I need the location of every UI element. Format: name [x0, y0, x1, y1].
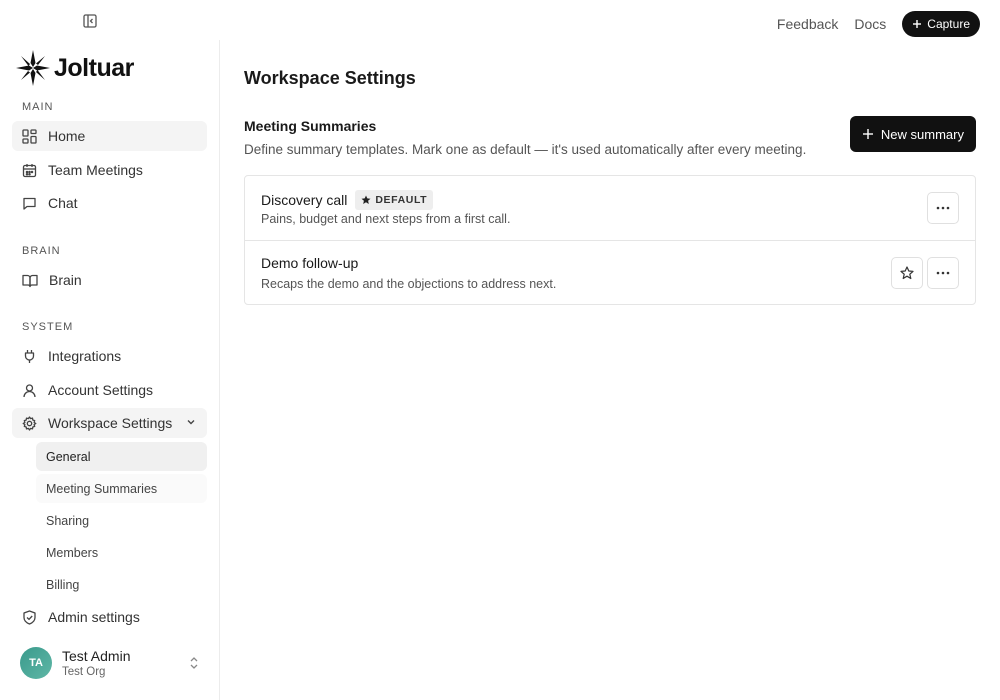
sidebar-item-label: Workspace Settings: [48, 415, 173, 431]
sidebar-item-admin-settings[interactable]: Admin settings: [12, 602, 207, 632]
user-icon: [23, 383, 36, 397]
user-name: Test Admin: [62, 648, 131, 664]
sidebar-subitem-members[interactable]: Members: [36, 538, 207, 567]
feedback-link[interactable]: Feedback: [777, 16, 838, 32]
more-horizontal-icon: [936, 206, 950, 210]
sidebar-item-label: Integrations: [48, 348, 122, 364]
sidebar-item-label: Admin settings: [48, 609, 140, 625]
list-item[interactable]: Demo follow-up Recaps the demo and the o…: [245, 240, 975, 304]
book-open-icon: [22, 274, 38, 287]
template-name: Discovery call: [261, 192, 348, 208]
sidebar-item-label: Account Settings: [48, 382, 154, 398]
sidebar-item-account-settings[interactable]: Account Settings: [12, 375, 207, 405]
star-icon: [900, 266, 914, 280]
sidebar-item-team-meetings[interactable]: Team Meetings: [12, 155, 207, 185]
sidebar-item-label: Chat: [48, 195, 78, 211]
new-summary-button[interactable]: New summary: [849, 116, 976, 152]
more-horizontal-icon: [936, 271, 950, 275]
section-description: Define summary templates. Mark one as de…: [244, 142, 807, 157]
sidebar-item-home[interactable]: Home: [12, 121, 207, 151]
set-default-button[interactable]: [891, 257, 923, 289]
docs-link[interactable]: Docs: [854, 16, 886, 32]
list-item[interactable]: Discovery call DEFAULT Pains, budget and…: [245, 176, 975, 240]
plug-icon: [24, 349, 35, 363]
star-filled-icon: [361, 195, 371, 204]
logo-text: Joltuar: [54, 53, 134, 82]
sidebar-subitem-sharing[interactable]: Sharing: [36, 506, 207, 535]
shield-check-icon: [23, 609, 36, 625]
chat-icon: [23, 197, 36, 210]
gear-icon: [22, 415, 37, 431]
chevron-down-icon: [187, 420, 195, 425]
avatar: TA: [20, 647, 52, 679]
user-menu[interactable]: TA Test Admin Test Org: [20, 646, 205, 680]
sidebar-item-brain[interactable]: Brain: [12, 265, 207, 295]
logo: Joltuar: [16, 50, 134, 86]
page-title: Workspace Settings: [244, 68, 416, 88]
sidebar-subitem-billing[interactable]: Billing: [36, 570, 207, 599]
capture-button[interactable]: Capture: [902, 11, 980, 37]
calendar-icon: [22, 163, 37, 177]
template-description: Recaps the demo and the objections to ad…: [261, 277, 557, 291]
template-name: Demo follow-up: [261, 255, 359, 271]
default-badge: DEFAULT: [355, 190, 434, 210]
sidebar: Joltuar MAIN Home Team Meetings Chat BRA…: [0, 40, 220, 700]
section-label-system: SYSTEM: [22, 321, 74, 333]
new-summary-label: New summary: [880, 126, 964, 142]
user-org: Test Org: [62, 666, 106, 678]
grid-icon: [22, 128, 37, 144]
template-description: Pains, budget and next steps from a firs…: [261, 212, 511, 226]
section-label-brain: BRAIN: [22, 245, 61, 257]
section-title: Meeting Summaries: [244, 118, 377, 134]
sidebar-item-label: Brain: [49, 272, 82, 288]
sidebar-toggle-button[interactable]: [80, 11, 100, 31]
joltuar-logo-icon: [16, 50, 50, 86]
sidebar-item-chat[interactable]: Chat: [12, 188, 207, 218]
capture-label: Capture: [927, 17, 970, 31]
sidebar-subitem-meeting-summaries[interactable]: Meeting Summaries: [36, 474, 207, 503]
chevron-up-down-icon: [190, 657, 198, 669]
sidebar-item-integrations[interactable]: Integrations: [12, 341, 207, 371]
more-options-button[interactable]: [927, 257, 959, 289]
sidebar-toggle-icon: [83, 14, 97, 28]
sidebar-item-label: Home: [48, 128, 86, 144]
sidebar-item-label: Team Meetings: [48, 162, 143, 178]
templates-list: Discovery call DEFAULT Pains, budget and…: [244, 175, 976, 305]
top-actions: Feedback Docs Capture: [777, 11, 980, 37]
sidebar-subitem-general[interactable]: General: [36, 442, 207, 471]
plus-icon: [913, 20, 922, 28]
plus-icon: [862, 129, 873, 139]
section-label-main: MAIN: [22, 101, 54, 113]
more-options-button[interactable]: [927, 192, 959, 224]
sidebar-item-workspace-settings[interactable]: Workspace Settings: [12, 408, 207, 438]
